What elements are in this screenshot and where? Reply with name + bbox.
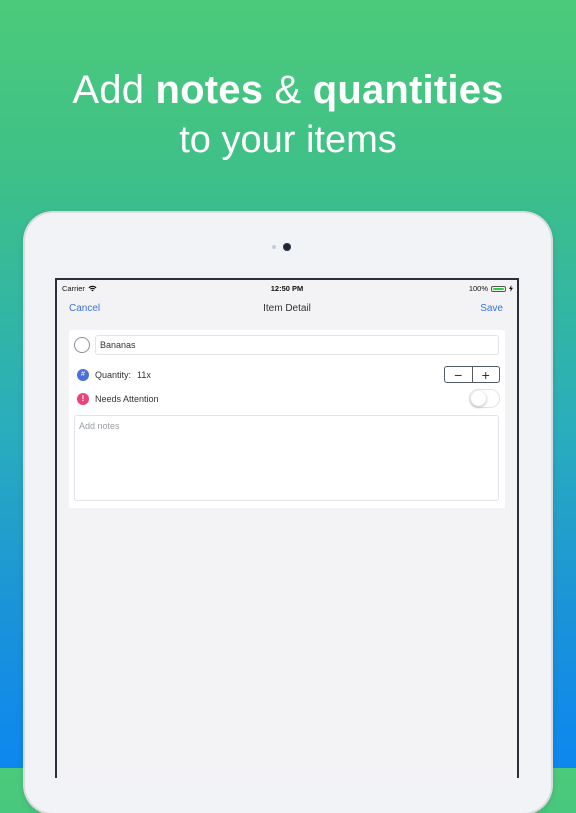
increment-button[interactable]: + [473,367,500,382]
status-battery-group: 100% [469,284,513,293]
notes-placeholder: Add notes [79,421,120,431]
headline-line-1: Add notes & quantities [0,66,576,114]
save-button[interactable]: Save [480,303,503,314]
quantity-stepper[interactable]: − + [444,366,500,383]
quantity-value: 11x [137,370,151,380]
needs-attention-toggle[interactable] [469,389,500,408]
page-title: Item Detail [263,303,311,314]
status-time: 12:50 PM [270,284,304,293]
needs-attention-row: ! Needs Attention [77,393,497,407]
toggle-knob [471,391,486,406]
headline-bold-notes: notes [155,68,264,112]
headline-text: Add [72,68,156,112]
proximity-sensor [272,245,276,249]
navigation-bar: Cancel Item Detail Save [57,296,517,324]
app-screen: Carrier 12:50 PM 100% Cancel Item Detail… [55,278,519,778]
headline-text: & [263,68,313,112]
notes-field[interactable]: Add notes [74,415,499,501]
item-complete-checkbox[interactable] [74,337,90,353]
exclamation-icon: ! [77,393,89,405]
decrement-button[interactable]: − [445,367,473,382]
quantity-row: # Quantity: 11x [77,369,497,383]
headline-bold-quantities: quantities [312,68,504,112]
hash-icon: # [77,369,89,381]
item-name-field[interactable]: Bananas [95,335,499,355]
headline-line-2: to your items [179,119,397,161]
needs-attention-label: Needs Attention [95,394,159,404]
quantity-label: Quantity: [95,370,132,380]
charging-bolt-icon [509,285,513,292]
battery-icon [491,285,506,292]
front-camera [283,243,291,251]
battery-percent: 100% [468,284,488,293]
promo-headline: Add notes & quantities to your items [0,66,576,164]
item-detail-card: Bananas # Quantity: 11x − + ! Needs Atte… [69,330,505,508]
battery-fill [493,287,504,290]
status-bar: Carrier 12:50 PM 100% [57,280,517,296]
